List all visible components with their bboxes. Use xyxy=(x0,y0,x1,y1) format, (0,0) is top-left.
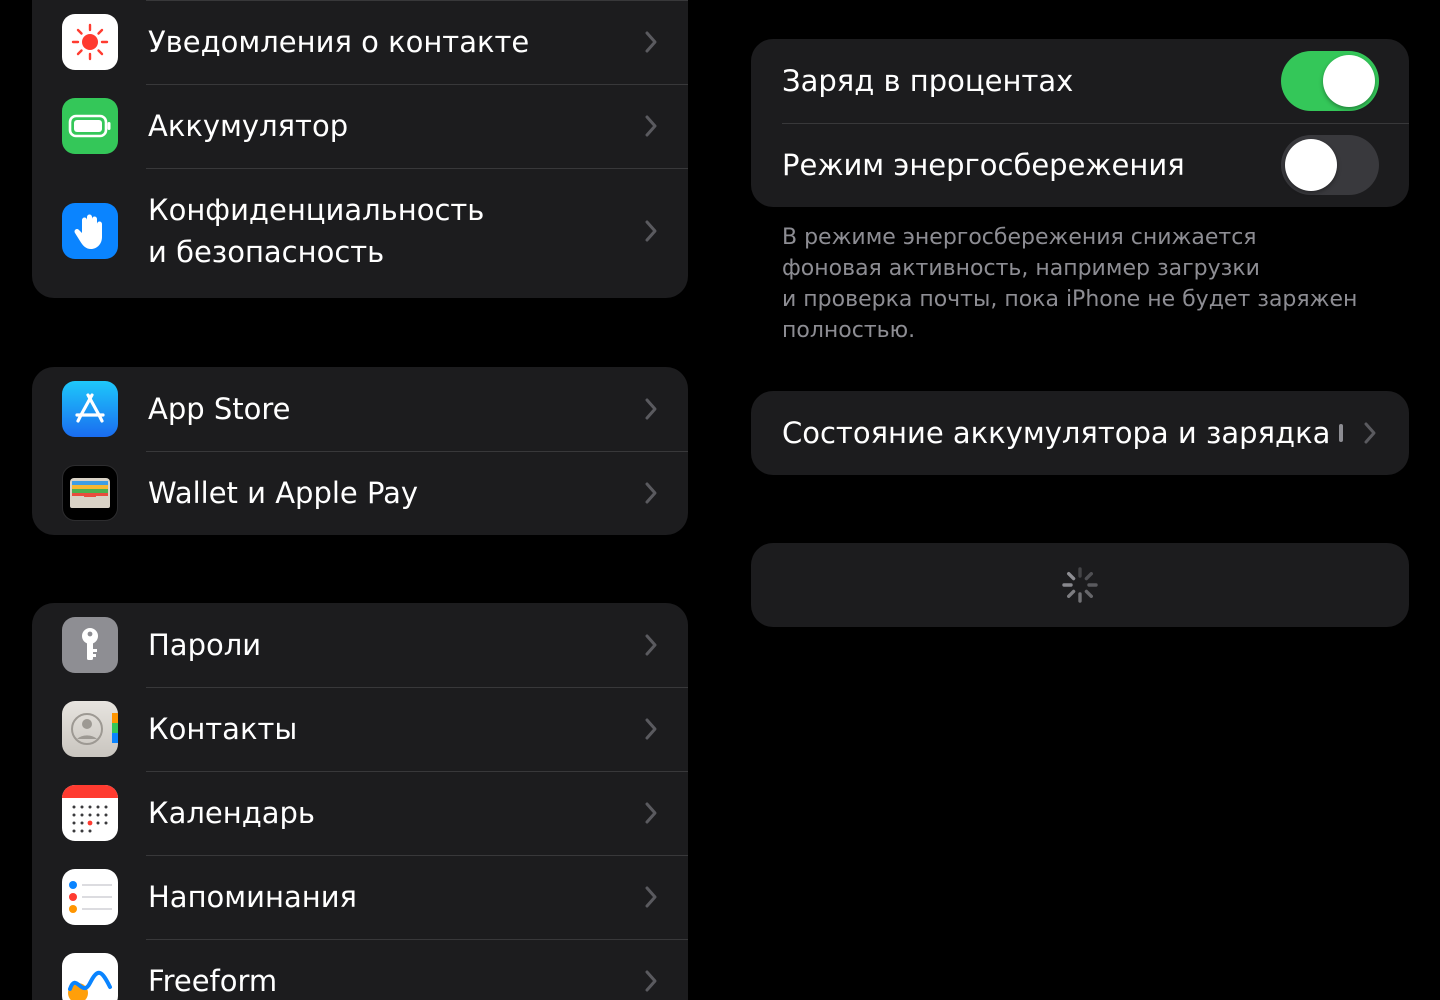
row-label: Календарь xyxy=(148,796,316,830)
sidebar-item-freeform[interactable]: Freeform xyxy=(32,939,688,1000)
row-separator xyxy=(146,84,688,85)
row-label: Уведомления о контакте xyxy=(148,25,530,59)
row-label: Напоминания xyxy=(148,880,357,914)
chevron-right-icon xyxy=(642,111,660,141)
loading-container xyxy=(751,543,1409,627)
freeform-icon xyxy=(62,953,118,1000)
battery-health-group: Состояние аккумулятора и зарядка xyxy=(751,391,1409,475)
row-label: App Store xyxy=(148,392,291,426)
low-power-mode-row: Режим энергосбережения xyxy=(751,123,1409,207)
row-separator xyxy=(146,451,688,452)
wallet-icon xyxy=(62,465,118,521)
calendar-icon xyxy=(62,785,118,841)
row-separator xyxy=(146,855,688,856)
row-separator xyxy=(146,687,688,688)
reminders-icon xyxy=(62,869,118,925)
exposure-notification-icon xyxy=(62,14,118,70)
low-power-mode-footnote: В режиме энергосбережения снижается фоно… xyxy=(782,225,1358,343)
app-store-icon xyxy=(62,381,118,437)
sidebar-item-privacy[interactable]: Конфиденциальность и безопасность xyxy=(32,168,688,294)
settings-group-store: App Store Wallet и Apple Pay xyxy=(32,367,688,535)
settings-screen: Уведомления о контакте Аккумулятор Конфи… xyxy=(0,0,1440,1000)
row-label: Аккумулятор xyxy=(148,109,349,143)
activity-spinner-icon xyxy=(1062,567,1098,603)
sidebar-item-app-store[interactable]: App Store xyxy=(32,367,688,451)
row-label: Конфиденциальность и безопасность xyxy=(148,193,485,269)
settings-group-apps: Пароли Контакты Календарь Напоминания Fr… xyxy=(32,603,688,1000)
chevron-right-icon xyxy=(1361,418,1379,448)
settings-group-system: Уведомления о контакте Аккумулятор Конфи… xyxy=(32,0,688,298)
row-label: Контакты xyxy=(148,712,298,746)
contacts-icon xyxy=(62,701,118,757)
sidebar-item-exposure-notifications[interactable]: Уведомления о контакте xyxy=(32,0,688,84)
row-separator xyxy=(146,168,688,169)
chevron-right-icon xyxy=(642,394,660,424)
battery-health-row[interactable]: Состояние аккумулятора и зарядка xyxy=(751,391,1409,475)
sidebar-item-passwords[interactable]: Пароли xyxy=(32,603,688,687)
chevron-right-icon xyxy=(642,630,660,660)
key-icon xyxy=(62,617,118,673)
sidebar-item-contacts[interactable]: Контакты xyxy=(32,687,688,771)
row-label: Freeform xyxy=(148,964,278,998)
sidebar-item-wallet[interactable]: Wallet и Apple Pay xyxy=(32,451,688,535)
chevron-right-icon xyxy=(642,798,660,828)
battery-percentage-label: Заряд в процентах xyxy=(782,64,1074,98)
battery-health-label: Состояние аккумулятора и зарядка xyxy=(782,416,1331,450)
chevron-right-icon xyxy=(642,882,660,912)
row-separator xyxy=(782,123,1409,124)
low-power-mode-toggle[interactable] xyxy=(1281,135,1379,195)
low-power-mode-label: Режим энергосбережения xyxy=(782,148,1185,182)
row-label: Wallet и Apple Pay xyxy=(148,476,419,510)
battery-percentage-toggle[interactable] xyxy=(1281,51,1379,111)
row-label: Пароли xyxy=(148,628,262,662)
chevron-right-icon xyxy=(642,216,660,246)
chevron-right-icon xyxy=(642,478,660,508)
row-separator xyxy=(146,0,688,1)
toggle-knob xyxy=(1323,55,1375,107)
privacy-hand-icon xyxy=(62,203,118,259)
chevron-right-icon xyxy=(642,27,660,57)
battery-percentage-row: Заряд в процентах xyxy=(751,39,1409,123)
chevron-right-icon xyxy=(642,966,660,996)
chevron-right-icon xyxy=(642,714,660,744)
row-separator xyxy=(146,939,688,940)
sidebar-item-battery[interactable]: Аккумулятор xyxy=(32,84,688,168)
sidebar-item-reminders[interactable]: Напоминания xyxy=(32,855,688,939)
battery-toggles-group: Заряд в процентах Режим энергосбережения xyxy=(751,39,1409,207)
row-separator xyxy=(146,771,688,772)
info-indicator xyxy=(1339,424,1343,442)
battery-icon xyxy=(62,98,118,154)
toggle-knob xyxy=(1285,139,1337,191)
loading-group xyxy=(751,543,1409,627)
sidebar-item-calendar[interactable]: Календарь xyxy=(32,771,688,855)
